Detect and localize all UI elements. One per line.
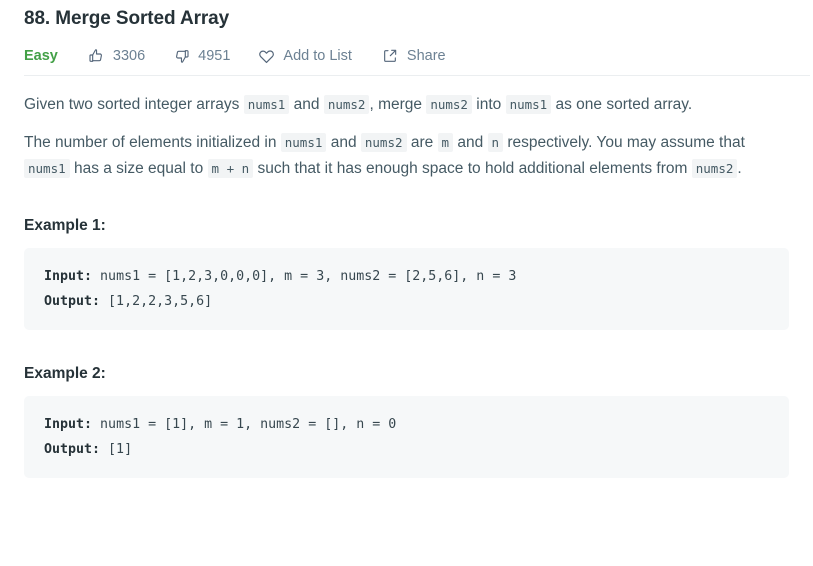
para2-text-2: and [326, 134, 361, 151]
inline-code-n: n [487, 133, 504, 152]
thumbs-down-icon [173, 48, 190, 65]
para2-text-1: The number of elements initialized in [24, 134, 281, 151]
like-count: 3306 [112, 48, 146, 64]
para2-text-7: such that it has enough space to hold ad… [253, 160, 692, 177]
page-title: 88. Merge Sorted Array [24, 8, 230, 29]
example-1-code: Input: nums1 = [1,2,3,0,0,0], m = 3, num… [24, 248, 789, 330]
inline-code-nums2: nums2 [426, 95, 472, 114]
example-2-output-line: Output: [1] [44, 437, 769, 462]
example-1-input-value: nums1 = [1,2,3,0,0,0], m = 3, nums2 = [2… [92, 269, 517, 284]
dislike-count: 4951 [198, 48, 231, 64]
share-label: Share [406, 48, 446, 64]
example-1-output-line: Output: [1,2,2,3,5,6] [44, 289, 769, 314]
example-1-output-value: [1,2,2,3,5,6] [100, 294, 213, 309]
share-icon [382, 48, 399, 65]
para1-text-5: as one sorted array. [551, 96, 693, 113]
para2-text-5: respectively. You may assume that [503, 134, 745, 151]
para2-text-8: . [737, 160, 742, 177]
inline-code-nums2: nums2 [691, 159, 738, 178]
inline-code-m: m [437, 133, 454, 152]
example-1-input-line: Input: nums1 = [1,2,3,0,0,0], m = 3, num… [44, 264, 769, 289]
description-paragraph-2: The number of elements initialized in nu… [24, 130, 789, 182]
inline-code-nums1: nums1 [280, 133, 327, 152]
inline-code-nums1: nums1 [505, 95, 552, 114]
heart-icon [258, 48, 275, 65]
add-to-list-label: Add to List [283, 48, 352, 64]
problem-description-panel: 88. Merge Sorted Array Easy 3306 4951 Ad… [0, 0, 813, 566]
example-2-input-line: Input: nums1 = [1], m = 1, nums2 = [], n… [44, 412, 769, 437]
para1-text-4: into [471, 96, 506, 113]
para1-text-1: Given two sorted integer arrays [24, 96, 244, 113]
example-2-code: Input: nums1 = [1], m = 1, nums2 = [], n… [24, 396, 789, 478]
description-content: Given two sorted integer arrays nums1 an… [24, 76, 789, 478]
add-to-list-button[interactable]: Add to List [258, 48, 352, 65]
para2-text-4: and [453, 134, 488, 151]
thumbs-up-icon [88, 48, 105, 65]
para1-text-3: , merge [369, 96, 427, 113]
example-2-input-label: Input: [44, 417, 93, 432]
like-button[interactable]: 3306 [88, 48, 145, 65]
example-1-input-label: Input: [44, 269, 93, 284]
example-2-output-value: [1] [100, 442, 133, 457]
inline-code-nums2: nums2 [360, 133, 407, 152]
para2-text-6: has a size equal to [69, 160, 208, 177]
problem-action-bar: Easy 3306 4951 Add to List Share [24, 37, 789, 75]
inline-code-nums1: nums1 [243, 95, 290, 114]
dislike-button[interactable]: 4951 [173, 48, 230, 65]
difficulty-badge: Easy [24, 48, 58, 64]
example-2-input-value: nums1 = [1], m = 1, nums2 = [], n = 0 [92, 417, 397, 432]
inline-code-nums1: nums1 [24, 159, 70, 178]
example-2-output-label: Output: [44, 442, 101, 457]
inline-code-nums2: nums2 [323, 95, 370, 114]
share-button[interactable]: Share [382, 48, 446, 65]
example-1-output-label: Output: [44, 294, 101, 309]
example-2-block: Example 2: Input: nums1 = [1], m = 1, nu… [24, 364, 789, 478]
example-1-block: Example 1: Input: nums1 = [1,2,3,0,0,0],… [24, 216, 789, 330]
para2-text-3: are [406, 134, 438, 151]
example-2-heading: Example 2: [24, 365, 106, 382]
para1-text-2: and [289, 96, 324, 113]
description-paragraph-1: Given two sorted integer arrays nums1 an… [24, 92, 789, 118]
inline-code-m-plus-n: m + n [207, 159, 254, 178]
example-1-heading: Example 1: [24, 217, 106, 234]
